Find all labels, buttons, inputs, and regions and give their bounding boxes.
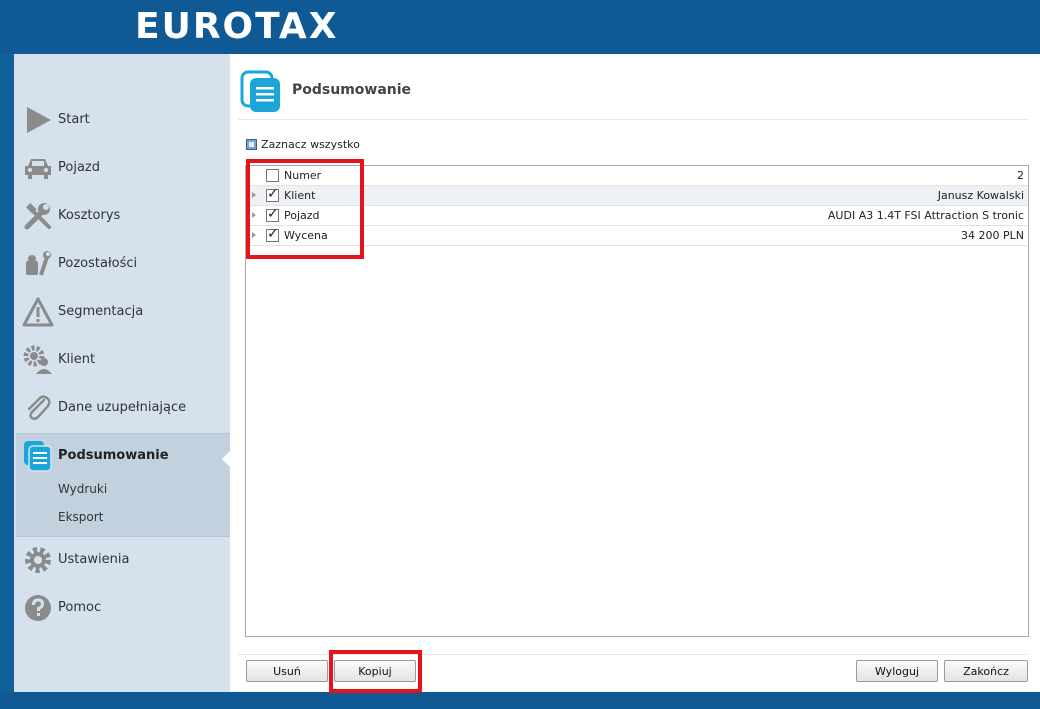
sidebar-subitem-wydruki[interactable]: Wydruki xyxy=(58,482,107,496)
gear-icon xyxy=(22,544,54,576)
sidebar-item-podsumowanie[interactable]: Podsumowanie xyxy=(14,434,230,478)
sidebar-item-label: Segmentacja xyxy=(58,304,144,319)
summary-icon xyxy=(240,70,284,117)
sidebar-item-pojazd[interactable]: Pojazd xyxy=(14,146,230,190)
summary-icon xyxy=(22,440,54,472)
row-value: 2 xyxy=(1017,169,1024,182)
top-header: EUROTAX xyxy=(0,0,1040,54)
sidebar-item-label: Pozostałości xyxy=(58,256,138,271)
paperclip-icon xyxy=(22,392,54,424)
sidebar-item-klient[interactable]: Klient xyxy=(14,338,230,382)
logout-button[interactable]: Wyloguj xyxy=(856,660,938,682)
sidebar-item-segmentacja[interactable]: Segmentacja xyxy=(14,290,230,334)
left-edge-decoration xyxy=(0,54,14,709)
sidebar-item-ustawienia[interactable]: Ustawienia xyxy=(14,538,230,582)
page-header: Podsumowanie xyxy=(238,68,1028,120)
tools-icon xyxy=(22,200,54,232)
eurotax-logo: EUROTAX xyxy=(135,6,339,47)
row-value: Janusz Kowalski xyxy=(937,189,1024,202)
select-all-label: Zaznacz wszystko xyxy=(261,138,360,151)
active-nav-pointer xyxy=(222,451,230,467)
sidebar-subitem-eksport[interactable]: Eksport xyxy=(58,510,103,524)
highlight-copy-button xyxy=(329,650,422,693)
bottom-bar xyxy=(0,692,1040,709)
main-panel: Podsumowanie Zaznacz wszystko Numer 2 Kl… xyxy=(230,54,1040,692)
sidebar-item-start[interactable]: Start xyxy=(14,98,230,142)
sidebar-item-label: Ustawienia xyxy=(58,552,130,567)
row-value: AUDI A3 1.4T FSI Attraction S tronic xyxy=(827,209,1024,222)
residual-icon xyxy=(22,248,54,280)
sidebar-item-label: Podsumowanie xyxy=(58,448,169,463)
sidebar-item-label: Kosztorys xyxy=(58,208,121,223)
select-all-checkbox[interactable]: Zaznacz wszystko xyxy=(246,138,360,151)
sidebar-item-label: Pomoc xyxy=(58,600,102,615)
page-title: Podsumowanie xyxy=(292,82,412,98)
select-all-box[interactable] xyxy=(246,139,257,150)
help-icon xyxy=(22,592,54,624)
sidebar-item-dane-uzupelniajace[interactable]: Dane uzupełniające xyxy=(14,386,230,430)
warning-icon xyxy=(22,296,54,328)
sidebar-item-pozostalosci[interactable]: Pozostałości xyxy=(14,242,230,286)
remove-button[interactable]: Usuń xyxy=(246,660,328,682)
highlight-checkboxes xyxy=(246,159,364,259)
client-gear-icon xyxy=(22,344,54,376)
sidebar-item-label: Pojazd xyxy=(58,160,100,175)
stripes-decoration xyxy=(0,0,60,54)
row-value: 34 200 PLN xyxy=(961,229,1024,242)
car-icon xyxy=(22,152,54,184)
sidebar-item-label: Dane uzupełniające xyxy=(58,400,187,415)
sidebar-item-kosztorys[interactable]: Kosztorys xyxy=(14,194,230,238)
sidebar-item-label: Klient xyxy=(58,352,96,367)
sidebar-item-label: Start xyxy=(58,112,90,127)
play-icon xyxy=(22,104,54,136)
sidebar: Start Pojazd Kosztorys Pozostałości Segm… xyxy=(14,54,230,692)
finish-button[interactable]: Zakończ xyxy=(944,660,1028,682)
sidebar-item-pomoc[interactable]: Pomoc xyxy=(14,586,230,630)
